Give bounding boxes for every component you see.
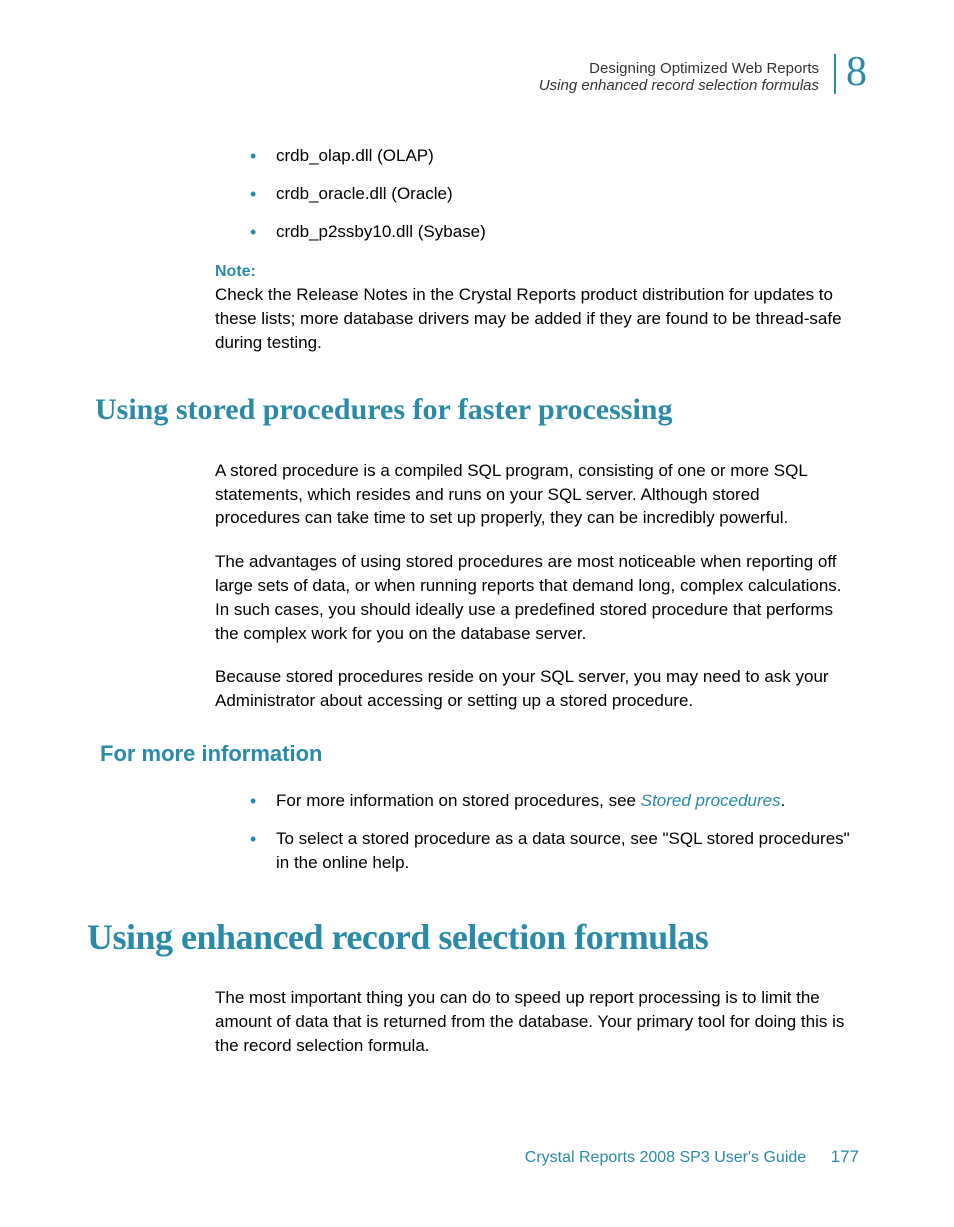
header-chapter-title: Designing Optimized Web Reports [95,60,819,77]
chapter-number: 8 [846,48,867,96]
header-section-title: Using enhanced record selection formulas [95,77,819,94]
heading-enhanced-record-selection: Using enhanced record selection formulas [87,916,859,958]
paragraph: The most important thing you can do to s… [215,986,849,1057]
list-item: crdb_oracle.dll (Oracle) [250,182,859,206]
list-item: To select a stored procedure as a data s… [250,827,859,875]
more-info-list: For more information on stored procedure… [250,789,859,874]
heading-more-information: For more information [100,741,859,767]
dll-list: crdb_olap.dll (OLAP) crdb_oracle.dll (Or… [250,144,859,243]
page-header: Designing Optimized Web Reports Using en… [95,60,859,94]
footer-guide-title: Crystal Reports 2008 SP3 User's Guide [525,1149,806,1166]
paragraph: A stored procedure is a compiled SQL pro… [215,459,849,530]
page-footer: Crystal Reports 2008 SP3 User's Guide 17… [525,1147,859,1167]
heading-stored-procedures: Using stored procedures for faster proce… [95,393,859,427]
list-item: crdb_p2ssby10.dll (Sybase) [250,220,859,244]
bullet-text-prefix: For more information on stored procedure… [276,791,641,810]
stored-procedures-link[interactable]: Stored procedures [641,791,781,810]
list-item: crdb_olap.dll (OLAP) [250,144,859,168]
bullet-text-suffix: . [781,791,786,810]
note-label: Note: [215,263,859,281]
chapter-divider [834,54,836,94]
paragraph: The advantages of using stored procedure… [215,550,849,645]
note-text: Check the Release Notes in the Crystal R… [215,283,849,354]
list-item: For more information on stored procedure… [250,789,859,813]
page-number: 177 [831,1147,859,1166]
paragraph: Because stored procedures reside on your… [215,665,849,713]
